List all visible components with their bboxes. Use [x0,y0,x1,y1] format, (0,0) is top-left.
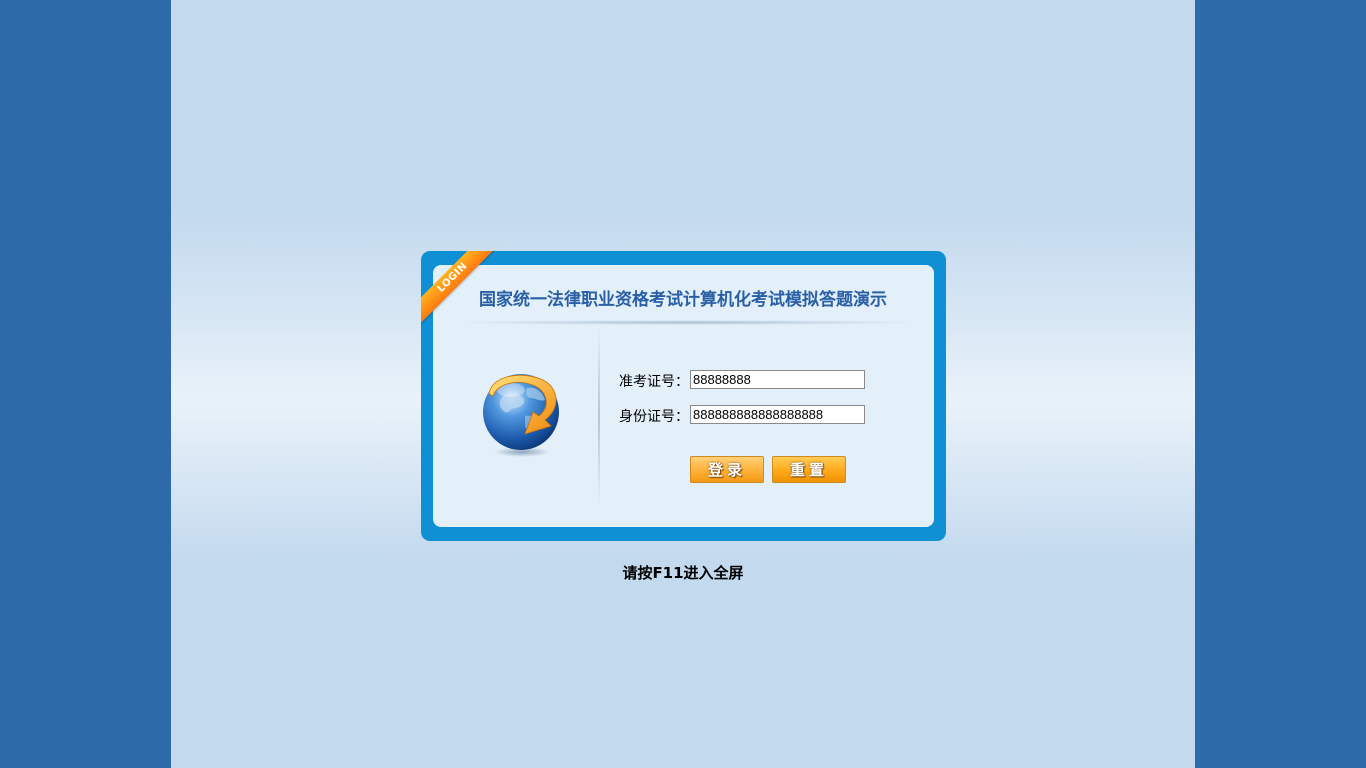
login-ribbon-text: LOGIN [421,251,501,327]
globe-arrow-icon [483,374,559,457]
login-title: 国家统一法律职业资格考试计算机化考试模拟答题演示 [479,290,887,310]
exam-id-input[interactable] [690,370,865,389]
login-ribbon: LOGIN [421,251,501,331]
login-panel: 国家统一法律职业资格考试计算机化考试模拟答题演示 准考证号： 88888888 … [421,251,946,541]
exam-id-label: 准考证号： [619,374,689,390]
login-button[interactable]: 登录 [690,456,764,483]
page-background: 国家统一法律职业资格考试计算机化考试模拟答题演示 准考证号： 88888888 … [171,0,1195,768]
login-panel-inner: 国家统一法律职业资格考试计算机化考试模拟答题演示 准考证号： 88888888 … [433,265,934,527]
vertical-divider [598,327,600,507]
reset-button[interactable]: 重置 [772,456,846,483]
id-card-label: 身份证号： [619,409,689,425]
id-card-input[interactable] [690,405,865,424]
title-divider [453,320,923,325]
fullscreen-hint: 请按F11进入全屏 [622,564,744,582]
